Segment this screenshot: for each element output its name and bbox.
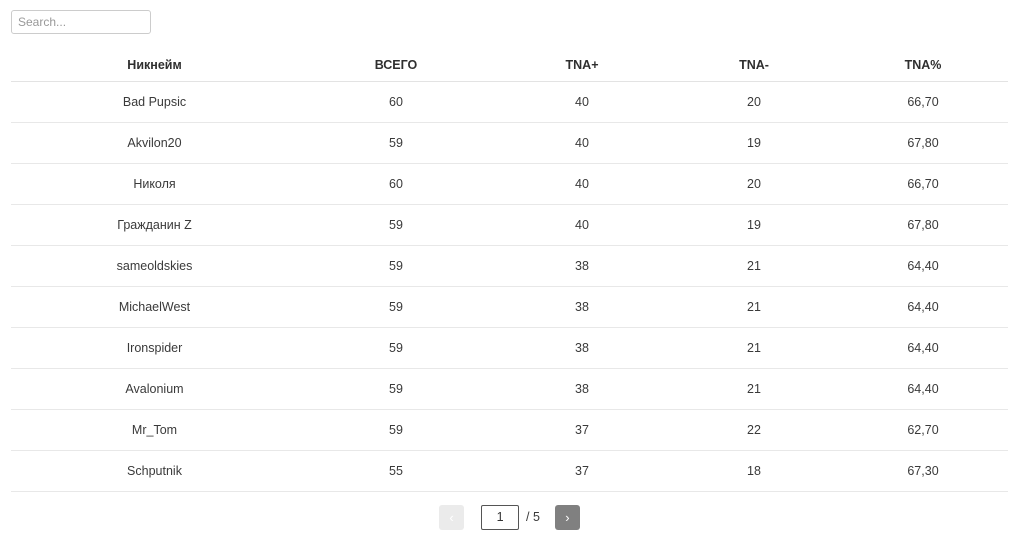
cell-nickname: Mr_Tom (11, 409, 298, 451)
column-header-tna_minus: TNA- (670, 48, 838, 82)
table-row: Гражданин Z 59 40 19 67,80 (11, 204, 1008, 246)
pagination-prev-button[interactable]: ‹ (439, 504, 465, 530)
cell-tna_minus: 19 (670, 204, 838, 246)
cell-total: 59 (298, 204, 494, 246)
cell-nickname: Avalonium (11, 368, 298, 410)
table-row: Schputnik 55 37 18 67,30 (11, 450, 1008, 492)
cell-tna_plus: 40 (494, 81, 670, 123)
cell-tna_plus: 40 (494, 204, 670, 246)
cell-nickname: MichaelWest (11, 286, 298, 328)
pagination-total-pages-label: / 5 (526, 510, 540, 524)
cell-nickname: Schputnik (11, 450, 298, 492)
table-header-row: Никнейм ВСЕГО TNA+ TNA- TNA% (11, 48, 1008, 82)
cell-tna_plus: 38 (494, 368, 670, 410)
table-row: Ironspider 59 38 21 64,40 (11, 327, 1008, 369)
pagination-page-input[interactable] (481, 504, 520, 530)
cell-tna_pct: 64,40 (838, 286, 1008, 328)
table-row: Avalonium 59 38 21 64,40 (11, 368, 1008, 410)
table-header: Никнейм ВСЕГО TNA+ TNA- TNA% (11, 48, 1008, 82)
cell-tna_minus: 19 (670, 122, 838, 164)
cell-tna_pct: 64,40 (838, 327, 1008, 369)
cell-total: 59 (298, 286, 494, 328)
cell-total: 59 (298, 327, 494, 369)
cell-tna_pct: 66,70 (838, 81, 1008, 123)
cell-total: 59 (298, 368, 494, 410)
cell-tna_minus: 22 (670, 409, 838, 451)
table-row: Bad Pupsic 60 40 20 66,70 (11, 81, 1008, 123)
pagination-next-button[interactable]: › (554, 504, 580, 530)
pagination: ‹ / 5 › (11, 504, 1008, 530)
cell-total: 59 (298, 245, 494, 287)
cell-tna_minus: 21 (670, 245, 838, 287)
table-body: Bad Pupsic 60 40 20 66,70 Akvilon20 59 40 19 67,8… (11, 81, 1008, 492)
cell-tna_minus: 18 (670, 450, 838, 492)
table-row: Николя 60 40 20 66,70 (11, 163, 1008, 205)
cell-tna_pct: 64,40 (838, 368, 1008, 410)
cell-nickname: Николя (11, 163, 298, 205)
cell-tna_pct: 67,80 (838, 122, 1008, 164)
table-row: Akvilon20 59 40 19 67,80 (11, 122, 1008, 164)
cell-tna_minus: 21 (670, 327, 838, 369)
cell-tna_pct: 67,80 (838, 204, 1008, 246)
cell-tna_pct: 64,40 (838, 245, 1008, 287)
cell-tna_plus: 37 (494, 450, 670, 492)
cell-nickname: Akvilon20 (11, 122, 298, 164)
cell-tna_plus: 38 (494, 286, 670, 328)
cell-tna_minus: 21 (670, 368, 838, 410)
leaderboard-table: Никнейм ВСЕГО TNA+ TNA- TNA% Bad Pupsic 60 40 2… (11, 48, 1008, 492)
table-row: sameoldskies 59 38 21 64,40 (11, 245, 1008, 287)
cell-nickname: Bad Pupsic (11, 81, 298, 123)
table-row: Mr_Tom 59 37 22 62,70 (11, 409, 1008, 451)
cell-total: 59 (298, 409, 494, 451)
cell-nickname: Ironspider (11, 327, 298, 369)
cell-tna_pct: 67,30 (838, 450, 1008, 492)
column-header-total: ВСЕГО (298, 48, 494, 82)
cell-total: 55 (298, 450, 494, 492)
cell-tna_plus: 40 (494, 163, 670, 205)
column-header-tna_pct: TNA% (838, 48, 1008, 82)
cell-nickname: Гражданин Z (11, 204, 298, 246)
cell-tna_plus: 40 (494, 122, 670, 164)
cell-tna_minus: 21 (670, 286, 838, 328)
cell-total: 60 (298, 163, 494, 205)
table-row: MichaelWest 59 38 21 64,40 (11, 286, 1008, 328)
cell-tna_plus: 37 (494, 409, 670, 451)
cell-tna_plus: 38 (494, 327, 670, 369)
cell-tna_pct: 62,70 (838, 409, 1008, 451)
cell-tna_minus: 20 (670, 81, 838, 123)
cell-total: 59 (298, 122, 494, 164)
cell-nickname: sameoldskies (11, 245, 298, 287)
leaderboard-table-container: Никнейм ВСЕГО TNA+ TNA- TNA% Bad Pupsic 60 40 2… (11, 48, 1008, 530)
cell-tna_minus: 20 (670, 163, 838, 205)
search-input[interactable] (11, 10, 151, 34)
column-header-tna_plus: TNA+ (494, 48, 670, 82)
search-bar (0, 0, 1020, 34)
cell-total: 60 (298, 81, 494, 123)
cell-tna_plus: 38 (494, 245, 670, 287)
column-header-nickname: Никнейм (11, 48, 298, 82)
cell-tna_pct: 66,70 (838, 163, 1008, 205)
